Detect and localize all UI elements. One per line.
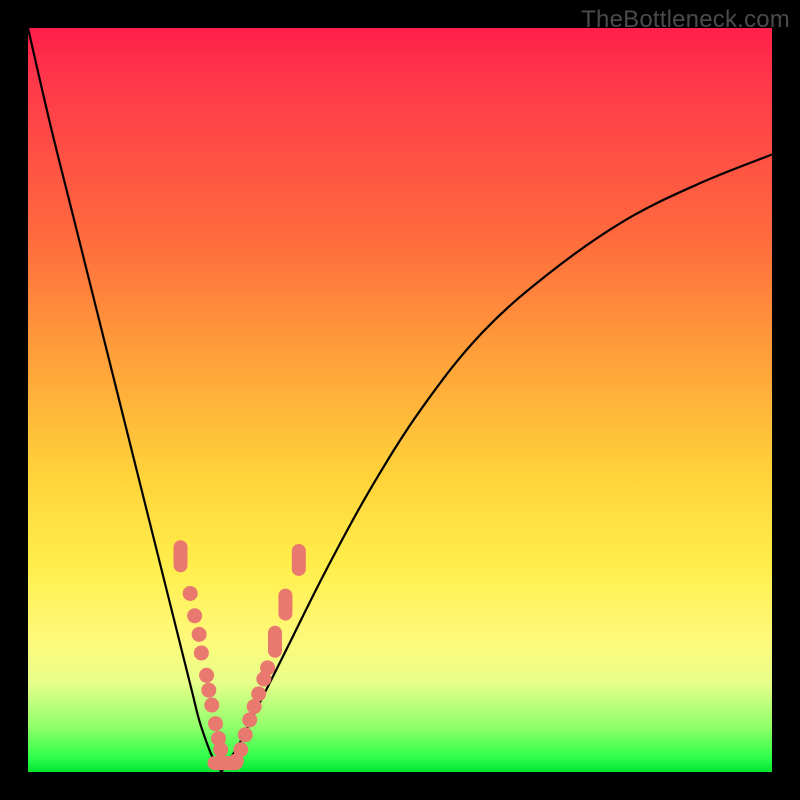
curve-marker bbox=[268, 626, 282, 658]
curve-marker bbox=[192, 627, 207, 642]
curve-marker bbox=[204, 698, 219, 713]
chart-svg bbox=[28, 28, 772, 772]
chart-frame: TheBottleneck.com bbox=[0, 0, 800, 800]
curve-marker bbox=[292, 544, 306, 576]
curve-marker bbox=[211, 731, 226, 746]
curve-left-branch bbox=[28, 28, 221, 772]
curve-marker bbox=[201, 683, 216, 698]
curve-marker bbox=[256, 672, 271, 687]
curve-marker bbox=[242, 712, 257, 727]
curve-marker bbox=[174, 540, 188, 572]
chart-plot-area bbox=[28, 28, 772, 772]
curve-marker bbox=[215, 756, 243, 770]
curve-marker bbox=[199, 668, 214, 683]
curve-marker bbox=[238, 727, 253, 742]
curve-right-branch bbox=[221, 154, 772, 772]
curve-marker bbox=[208, 716, 223, 731]
curve-marker bbox=[187, 608, 202, 623]
curve-marker bbox=[213, 742, 228, 757]
curve-marker bbox=[278, 589, 292, 621]
curve-marker bbox=[229, 753, 244, 768]
curve-marker bbox=[183, 586, 198, 601]
curve-markers bbox=[174, 540, 306, 770]
curve-marker bbox=[251, 686, 266, 701]
curve-marker bbox=[247, 699, 262, 714]
curve-marker bbox=[207, 756, 235, 770]
curve-marker bbox=[233, 742, 248, 757]
curve-marker bbox=[260, 660, 275, 675]
curve-marker bbox=[194, 645, 209, 660]
